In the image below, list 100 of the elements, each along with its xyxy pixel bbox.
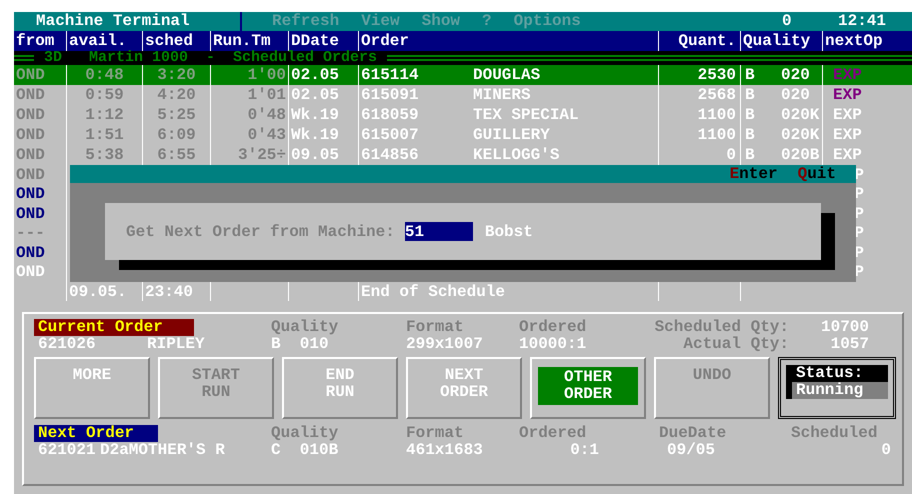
- column-header: from: [16, 31, 54, 51]
- table-cell-text: B: [745, 85, 756, 106]
- action-button[interactable]: END RUN: [282, 357, 398, 419]
- field-label: DueDate: [659, 425, 728, 442]
- field-value: 621026: [37, 336, 97, 353]
- table-cell-text: 1'01: [248, 85, 286, 106]
- table-cell-text: OND: [16, 145, 45, 166]
- field-label: Format: [406, 425, 465, 442]
- field-label: Quality: [271, 425, 340, 442]
- table-cell-text: 02.05: [291, 65, 340, 86]
- section-label: Current Order: [34, 319, 194, 336]
- order-row[interactable]: OND 0:48 3:20 1'00 02.05 615114 DOUGLAS 2530 B 020 EXP: [14, 65, 912, 85]
- machine-name: Bobst: [484, 222, 533, 242]
- field-value: C 010B: [271, 442, 340, 459]
- app-title: Machine Terminal: [35, 12, 191, 31]
- table-cell-text: 1100: [698, 105, 736, 126]
- table-cell-text: DOUGLAS: [473, 65, 540, 86]
- field-label: Ordered: [519, 319, 588, 336]
- table-cell-text: 1'00: [248, 65, 286, 86]
- table-cell-text: 3:20: [157, 65, 196, 86]
- machine-field[interactable]: 51: [404, 222, 473, 241]
- table-cell-text: OND: [16, 125, 45, 146]
- table-cell-text: 615114: [361, 65, 420, 86]
- table-cell-text: 614856: [361, 145, 420, 166]
- field-value: RIPLEY: [147, 336, 206, 353]
- table-cell-text: EXP: [833, 105, 862, 126]
- field-value: 461x1683: [406, 442, 484, 459]
- table-cell-text: End of Schedule: [361, 282, 506, 302]
- table-cell-text: 020K: [781, 105, 820, 126]
- action-button[interactable]: NEXT ORDER: [406, 357, 522, 419]
- field-label: Format: [406, 319, 465, 336]
- double-line: [14, 55, 34, 61]
- column-header: Order: [361, 31, 410, 50]
- table-cell-text: EXP: [833, 125, 862, 146]
- action-button[interactable]: MORE: [34, 357, 150, 419]
- field-label: Actual Qty:: [682, 336, 789, 353]
- field-value: D2aMOTHER'S R: [100, 442, 226, 459]
- table-cell-text: 1100: [698, 125, 736, 146]
- column-header: avail.: [69, 31, 127, 50]
- table-cell-text: OND: [16, 85, 45, 106]
- table-cell-text: ---: [16, 223, 45, 244]
- table-cell-text: B: [745, 125, 756, 146]
- field-value: 0:1: [569, 442, 599, 459]
- field-label: Scheduled: [791, 425, 878, 442]
- column-header: nextOp: [825, 31, 883, 52]
- field-label: Ordered: [519, 425, 588, 442]
- section-label: Next Order: [34, 425, 158, 442]
- table-cell-text: 1:12: [85, 105, 124, 126]
- table-cell-text: 09.05: [291, 145, 340, 166]
- table-cell-text: 615007: [361, 125, 420, 146]
- counter: 0: [782, 12, 793, 31]
- table-cell-text: OND: [16, 204, 45, 225]
- table-cell-text: TEX SPECIAL: [473, 105, 579, 126]
- table-cell-text: B: [745, 65, 756, 86]
- table-cell-text: MINERS: [473, 85, 531, 106]
- table-cell-text: KELLOGG'S: [473, 145, 560, 166]
- table-cell-text: 020: [781, 65, 810, 86]
- table-cell-text: 6:55: [157, 145, 196, 166]
- table-cell-text: 23:40: [145, 282, 194, 302]
- table-cell-text: 09.05.: [69, 282, 127, 302]
- column-header: DDate: [291, 31, 340, 50]
- table-cell-text: OND: [16, 184, 45, 206]
- action-button[interactable]: OTHER ORDER: [530, 357, 646, 419]
- table-cell-text: 0:59: [85, 85, 124, 106]
- table-cell-text: 020K: [781, 125, 820, 146]
- status-value: Running: [786, 382, 888, 399]
- table-cell-text: 3'25÷: [238, 145, 286, 166]
- field-value: 10700: [820, 319, 869, 336]
- table-cell-text: 0'48: [248, 105, 286, 126]
- section-title: 3D Martin 1000 - Scheduled Orders: [43, 51, 378, 65]
- table-cell-text: 4:20: [157, 85, 196, 106]
- table-cell-text: 1:51: [85, 125, 124, 146]
- table-cell-text: 0:48: [85, 65, 124, 86]
- column-header: Run.Tm: [213, 31, 271, 50]
- table-cell-text: Wk.19: [291, 125, 340, 146]
- table-cell-text: EXP: [833, 65, 862, 86]
- field-value: B 010: [271, 336, 330, 353]
- field-value: 0: [880, 442, 891, 459]
- table-cell-text: 02.05: [291, 85, 340, 106]
- table-cell-text: OND: [16, 105, 45, 126]
- table-cell-text: 615091: [361, 85, 420, 106]
- table-cell-text: OND: [16, 65, 45, 86]
- table-cell-text: OND: [16, 242, 45, 264]
- field-value: 621021: [37, 442, 97, 459]
- table-cell-text: B: [745, 105, 756, 126]
- prompt-label: Get Next Order from Machine:: [126, 222, 395, 242]
- field-value: 299x1007: [406, 336, 484, 353]
- table-cell-text: Wk.19: [291, 105, 340, 126]
- status-label: Status:: [786, 365, 888, 382]
- table-cell-text: 020: [781, 85, 810, 106]
- clock: 12:41: [838, 12, 886, 31]
- table-cell-text: 5:38: [85, 145, 124, 166]
- table-cell-text: OND: [16, 164, 45, 186]
- field-value: 1057: [830, 336, 869, 353]
- table-cell-text: EXP: [833, 85, 862, 106]
- field-value: 10000:1: [519, 336, 588, 353]
- table-cell-text: GUILLERY: [473, 125, 550, 146]
- table-cell-text: 0'43: [248, 125, 286, 146]
- table-cell-text: 2568: [698, 85, 736, 106]
- table-cell-text: 5:25: [157, 105, 196, 126]
